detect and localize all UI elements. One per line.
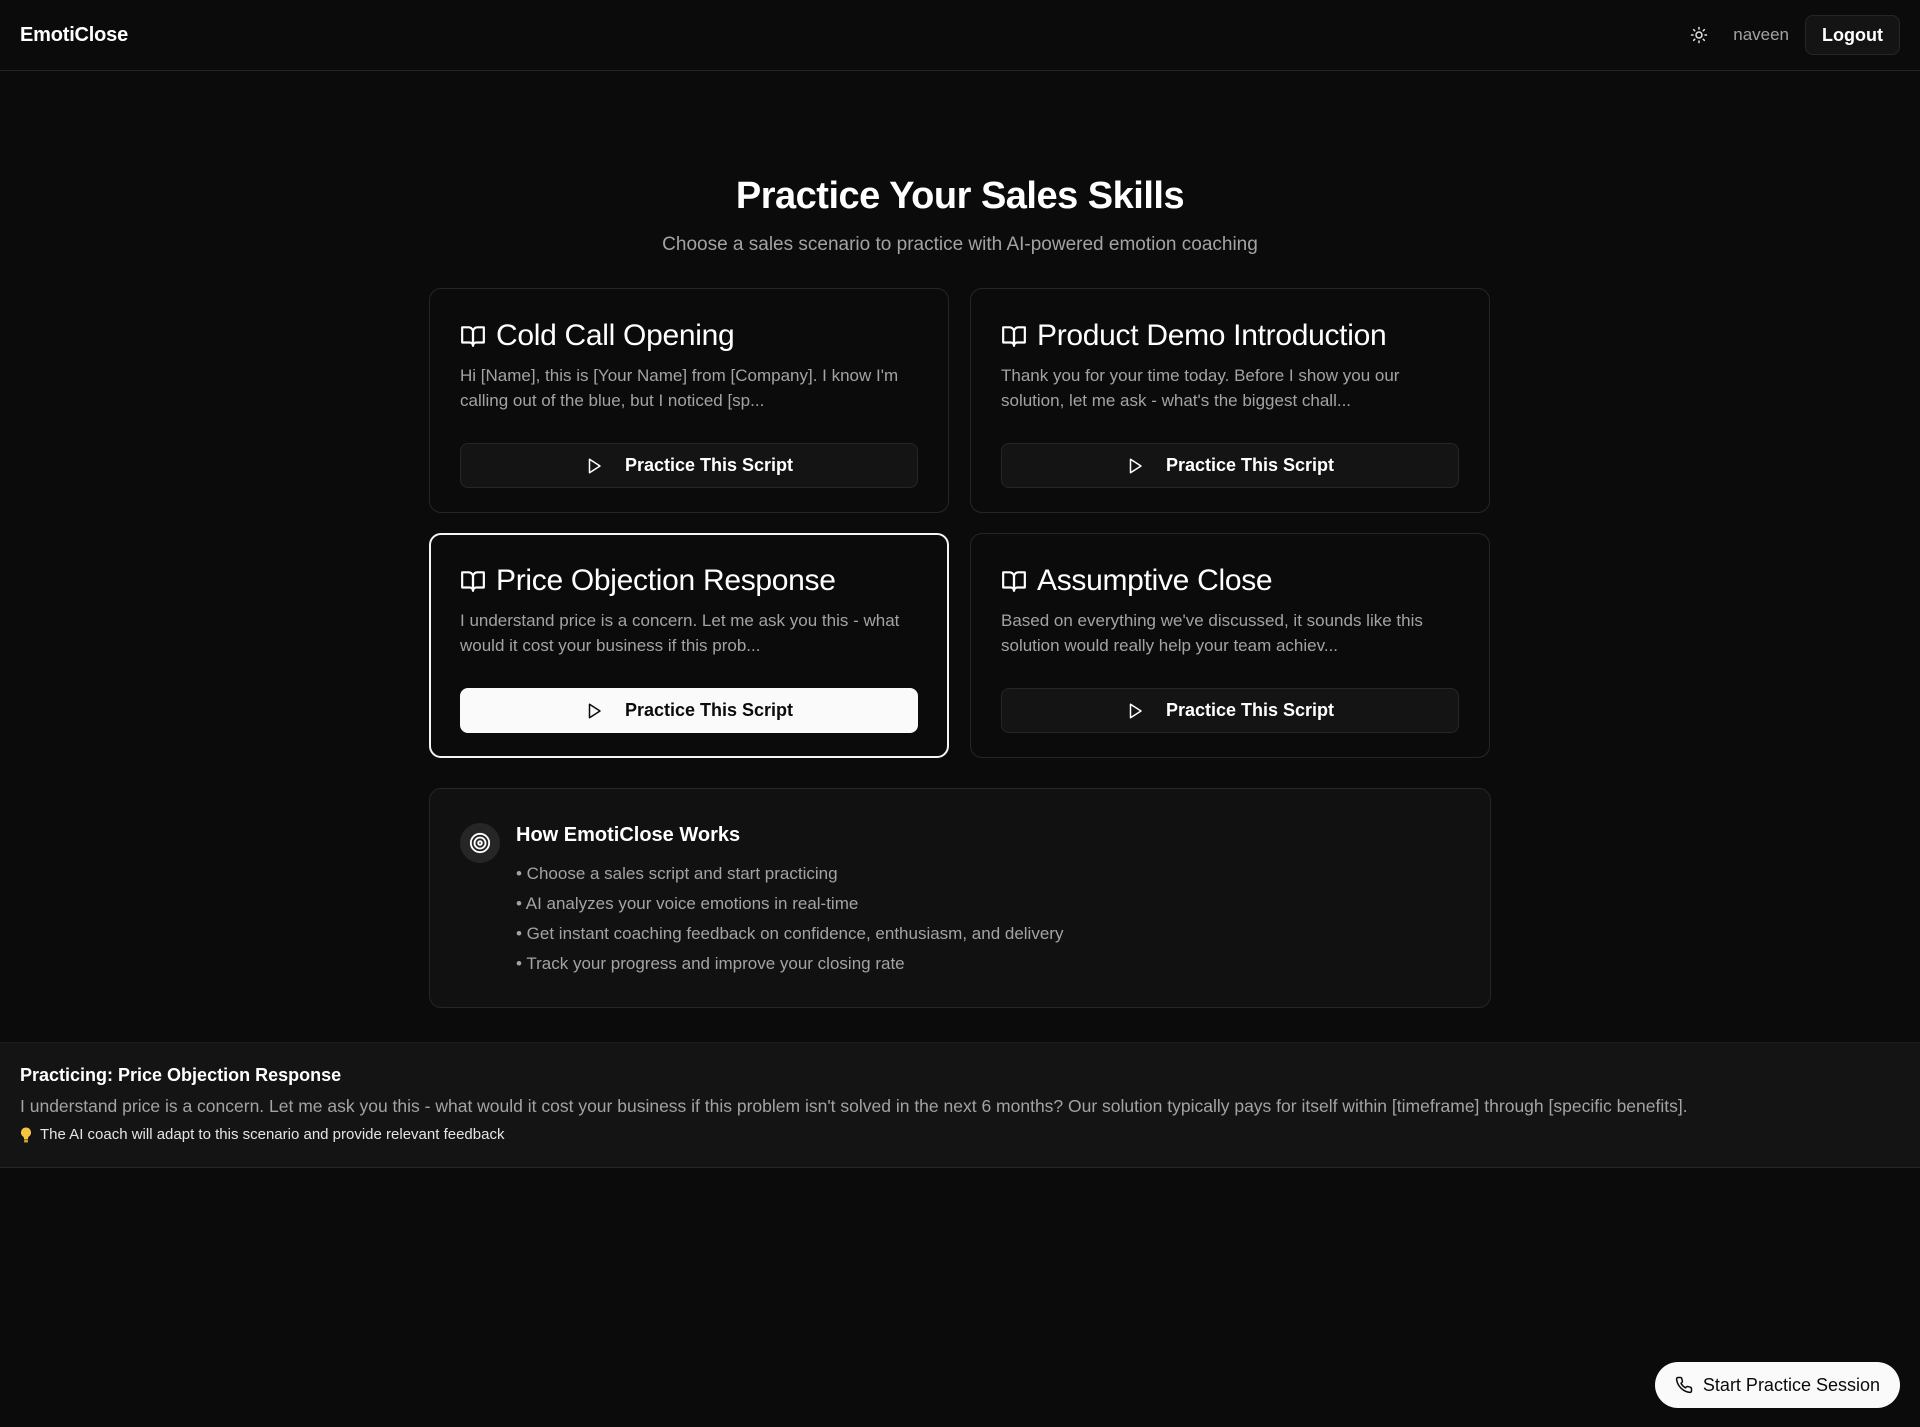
list-item: • AI analyzes your voice emotions in rea… bbox=[516, 894, 859, 913]
script-card-cold-call[interactable]: Cold Call Opening Hi [Name], this is [Yo… bbox=[429, 288, 949, 513]
practicing-tip-text: The AI coach will adapt to this scenario… bbox=[40, 1126, 505, 1143]
lightbulb-icon bbox=[21, 1127, 31, 1142]
book-open-icon bbox=[461, 326, 485, 347]
card-header: Product Demo Introduction bbox=[1001, 319, 1459, 353]
card-preview: Thank you for your time today. Before I … bbox=[1001, 366, 1400, 410]
practice-script-button[interactable]: Practice This Script bbox=[460, 443, 918, 488]
button-label: Practice This Script bbox=[624, 700, 794, 720]
card-header: Assumptive Close bbox=[1001, 564, 1459, 598]
sun-icon bbox=[1690, 26, 1708, 44]
card-preview: Based on everything we've discussed, it … bbox=[1001, 611, 1423, 655]
book-open-icon bbox=[1002, 326, 1026, 347]
page-title: Practice Your Sales Skills bbox=[735, 175, 1185, 217]
card-preview: Hi [Name], this is [Your Name] from [Com… bbox=[460, 366, 899, 410]
brand-logo[interactable]: EmotiClose bbox=[20, 24, 128, 47]
how-it-works-panel: How EmotiClose Works • Choose a sales sc… bbox=[429, 788, 1491, 1008]
how-it-works-title: How EmotiClose Works bbox=[516, 824, 741, 846]
script-card-price-objection[interactable]: Price Objection Response I understand pr… bbox=[429, 533, 949, 758]
practicing-banner: Practicing: Price Objection Response I u… bbox=[0, 1042, 1920, 1168]
card-title: Product Demo Introduction bbox=[1037, 319, 1387, 352]
play-icon bbox=[1129, 458, 1142, 473]
script-grid: Cold Call Opening Hi [Name], this is [Yo… bbox=[429, 288, 1491, 758]
card-title: Price Objection Response bbox=[496, 564, 836, 597]
target-icon bbox=[460, 823, 500, 863]
card-title: Assumptive Close bbox=[1037, 564, 1273, 597]
start-session-label: Start Practice Session bbox=[1702, 1374, 1880, 1395]
play-icon bbox=[1129, 703, 1142, 718]
button-label: Practice This Script bbox=[624, 455, 794, 475]
logout-button[interactable]: Logout bbox=[1805, 15, 1900, 55]
button-label: Practice This Script bbox=[1165, 455, 1335, 475]
username-label: naveen bbox=[1733, 25, 1790, 44]
play-icon bbox=[588, 458, 601, 473]
practice-script-button[interactable]: Practice This Script bbox=[460, 688, 918, 733]
card-preview: I understand price is a concern. Let me … bbox=[460, 611, 900, 655]
main-content: Practice Your Sales Skills Choose a sale… bbox=[429, 71, 1491, 1008]
card-header: Cold Call Opening bbox=[460, 319, 918, 353]
top-navbar: EmotiClose naveen Logout bbox=[0, 0, 1920, 71]
topbar-actions: naveen Logout bbox=[1679, 15, 1900, 55]
practice-script-button[interactable]: Practice This Script bbox=[1001, 443, 1459, 488]
practice-script-button[interactable]: Practice This Script bbox=[1001, 688, 1459, 733]
practicing-script-text: I understand price is a concern. Let me … bbox=[20, 1096, 1688, 1116]
play-icon bbox=[588, 703, 601, 718]
script-card-product-demo[interactable]: Product Demo Introduction Thank you for … bbox=[970, 288, 1490, 513]
list-item: • Track your progress and improve your c… bbox=[516, 954, 905, 973]
card-header: Price Objection Response bbox=[460, 564, 918, 598]
list-item: • Get instant coaching feedback on confi… bbox=[516, 924, 1064, 943]
script-card-assumptive-close[interactable]: Assumptive Close Based on everything we'… bbox=[970, 533, 1490, 758]
how-it-works-content: How EmotiClose Works • Choose a sales sc… bbox=[516, 821, 1063, 979]
how-it-works-list: • Choose a sales script and start practi… bbox=[516, 859, 1063, 979]
practicing-tip: The AI coach will adapt to this scenario… bbox=[20, 1126, 1900, 1143]
list-item: • Choose a sales script and start practi… bbox=[516, 864, 838, 883]
practicing-title: Practicing: Price Objection Response bbox=[20, 1065, 342, 1085]
book-open-icon bbox=[461, 571, 485, 592]
start-practice-session-button[interactable]: Start Practice Session bbox=[1654, 1362, 1900, 1408]
page-subtitle: Choose a sales scenario to practice with… bbox=[662, 234, 1258, 255]
button-label: Practice This Script bbox=[1165, 700, 1335, 720]
book-open-icon bbox=[1002, 571, 1026, 592]
theme-toggle-button[interactable] bbox=[1679, 15, 1719, 55]
card-title: Cold Call Opening bbox=[496, 319, 735, 352]
phone-icon bbox=[1675, 1376, 1693, 1394]
